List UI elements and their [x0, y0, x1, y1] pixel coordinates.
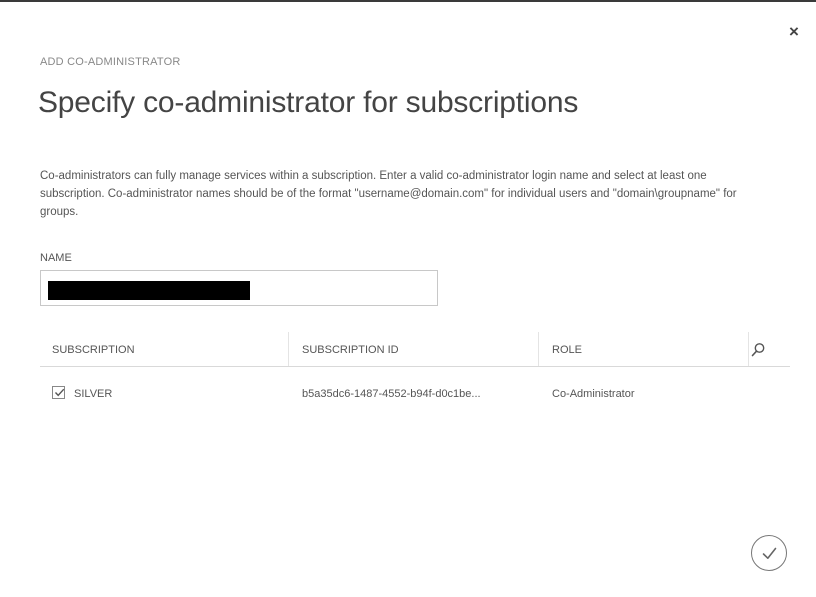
column-divider	[288, 332, 289, 366]
column-header-role[interactable]: ROLE	[552, 344, 582, 356]
column-divider	[538, 332, 539, 366]
name-label: NAME	[40, 252, 72, 264]
search-icon[interactable]	[750, 342, 766, 358]
table-header: SUBSCRIPTION SUBSCRIPTION ID ROLE	[40, 332, 790, 367]
close-icon[interactable]: ×	[786, 23, 802, 40]
table-row[interactable]: SILVER b5a35dc6-1487-4552-b94f-d0c1be...…	[40, 367, 790, 411]
redacted-name-value	[48, 281, 250, 300]
dialog-description: Co-administrators can fully manage servi…	[40, 170, 737, 218]
subscriptions-table: SUBSCRIPTION SUBSCRIPTION ID ROLE SILVER…	[40, 332, 790, 411]
name-input[interactable]	[40, 270, 438, 306]
column-header-subscription-id[interactable]: SUBSCRIPTION ID	[302, 344, 399, 356]
subscription-id: b5a35dc6-1487-4552-b94f-d0c1be...	[302, 388, 481, 400]
column-header-subscription[interactable]: SUBSCRIPTION	[52, 344, 135, 356]
subscription-checkbox[interactable]	[52, 386, 65, 399]
confirm-button[interactable]	[751, 535, 787, 571]
subscription-name: SILVER	[74, 388, 113, 400]
subscription-role: Co-Administrator	[552, 388, 635, 400]
dialog-title: Specify co-administrator for subscriptio…	[38, 86, 579, 119]
checkmark-icon	[762, 547, 777, 559]
column-divider	[748, 332, 749, 366]
dialog-eyebrow: ADD CO-ADMINISTRATOR	[40, 56, 181, 68]
add-co-administrator-dialog: × ADD CO-ADMINISTRATOR Specify co-admini…	[0, 0, 816, 597]
